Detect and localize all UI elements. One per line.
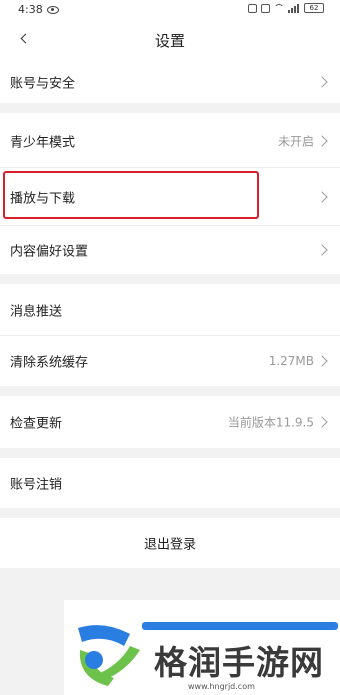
page-title: 设置 — [154, 32, 185, 50]
settings-item-label: 消息推送 — [10, 304, 63, 320]
header: 设置 — [0, 20, 340, 60]
settings-item-cancel-account[interactable]: 账号注销 — [0, 458, 340, 508]
logout-button[interactable]: 退出登录 — [0, 518, 340, 568]
eye-icon — [46, 5, 59, 14]
settings-item-label: 账号与安全 — [10, 76, 76, 91]
wifi-icon — [274, 4, 284, 12]
settings-item-value: 当前版本11.9.5 — [227, 415, 314, 430]
settings-item-label: 青少年模式 — [10, 135, 76, 150]
highlight-box — [3, 171, 259, 219]
settings-item-clear-cache[interactable]: 清除系统缓存 1.27MB — [0, 336, 340, 386]
signal-icon — [288, 3, 300, 13]
settings-item-notifications[interactable]: 消息推送 — [0, 284, 340, 336]
settings-item-check-update[interactable]: 检查更新 当前版本11.9.5 — [0, 396, 340, 448]
status-time-group: 4:38 — [18, 3, 59, 16]
brand-url: www.hngrjd.com — [188, 682, 255, 691]
brand-logo-icon — [78, 625, 140, 686]
chevron-right-icon — [316, 134, 328, 147]
brand-banner — [142, 622, 338, 630]
chevron-right-icon — [316, 355, 328, 367]
vibrate-icon — [261, 3, 270, 13]
settings-item-teen-mode[interactable]: 青少年模式 未开启 — [0, 113, 340, 168]
status-icons: 62 — [248, 3, 324, 13]
brand-name: 格润手游网 — [154, 643, 324, 682]
settings-item-account-security[interactable]: 账号与安全 — [0, 60, 340, 103]
settings-item-value: 1.27MB — [268, 354, 314, 368]
settings-item-label: 内容偏好设置 — [10, 244, 89, 260]
settings-item-label: 检查更新 — [10, 416, 63, 432]
settings-item-label: 账号注销 — [10, 477, 63, 493]
settings-item-content-preferences[interactable]: 内容偏好设置 — [0, 226, 340, 274]
logout-label: 退出登录 — [143, 537, 196, 553]
settings-item-label: 清除系统缓存 — [10, 355, 89, 371]
status-bar: 4:38 62 — [0, 0, 340, 20]
battery-icon: 62 — [304, 3, 324, 13]
chevron-right-icon — [316, 416, 328, 428]
chevron-right-icon — [316, 244, 328, 256]
settings-item-value: 未开启 — [277, 134, 314, 148]
status-time: 4:38 — [18, 3, 43, 16]
chevron-right-icon — [316, 191, 328, 203]
watermark: 格润手游网 www.hngrjd.com — [64, 600, 340, 695]
nfc-icon — [248, 3, 257, 13]
chevron-right-icon — [316, 75, 328, 88]
